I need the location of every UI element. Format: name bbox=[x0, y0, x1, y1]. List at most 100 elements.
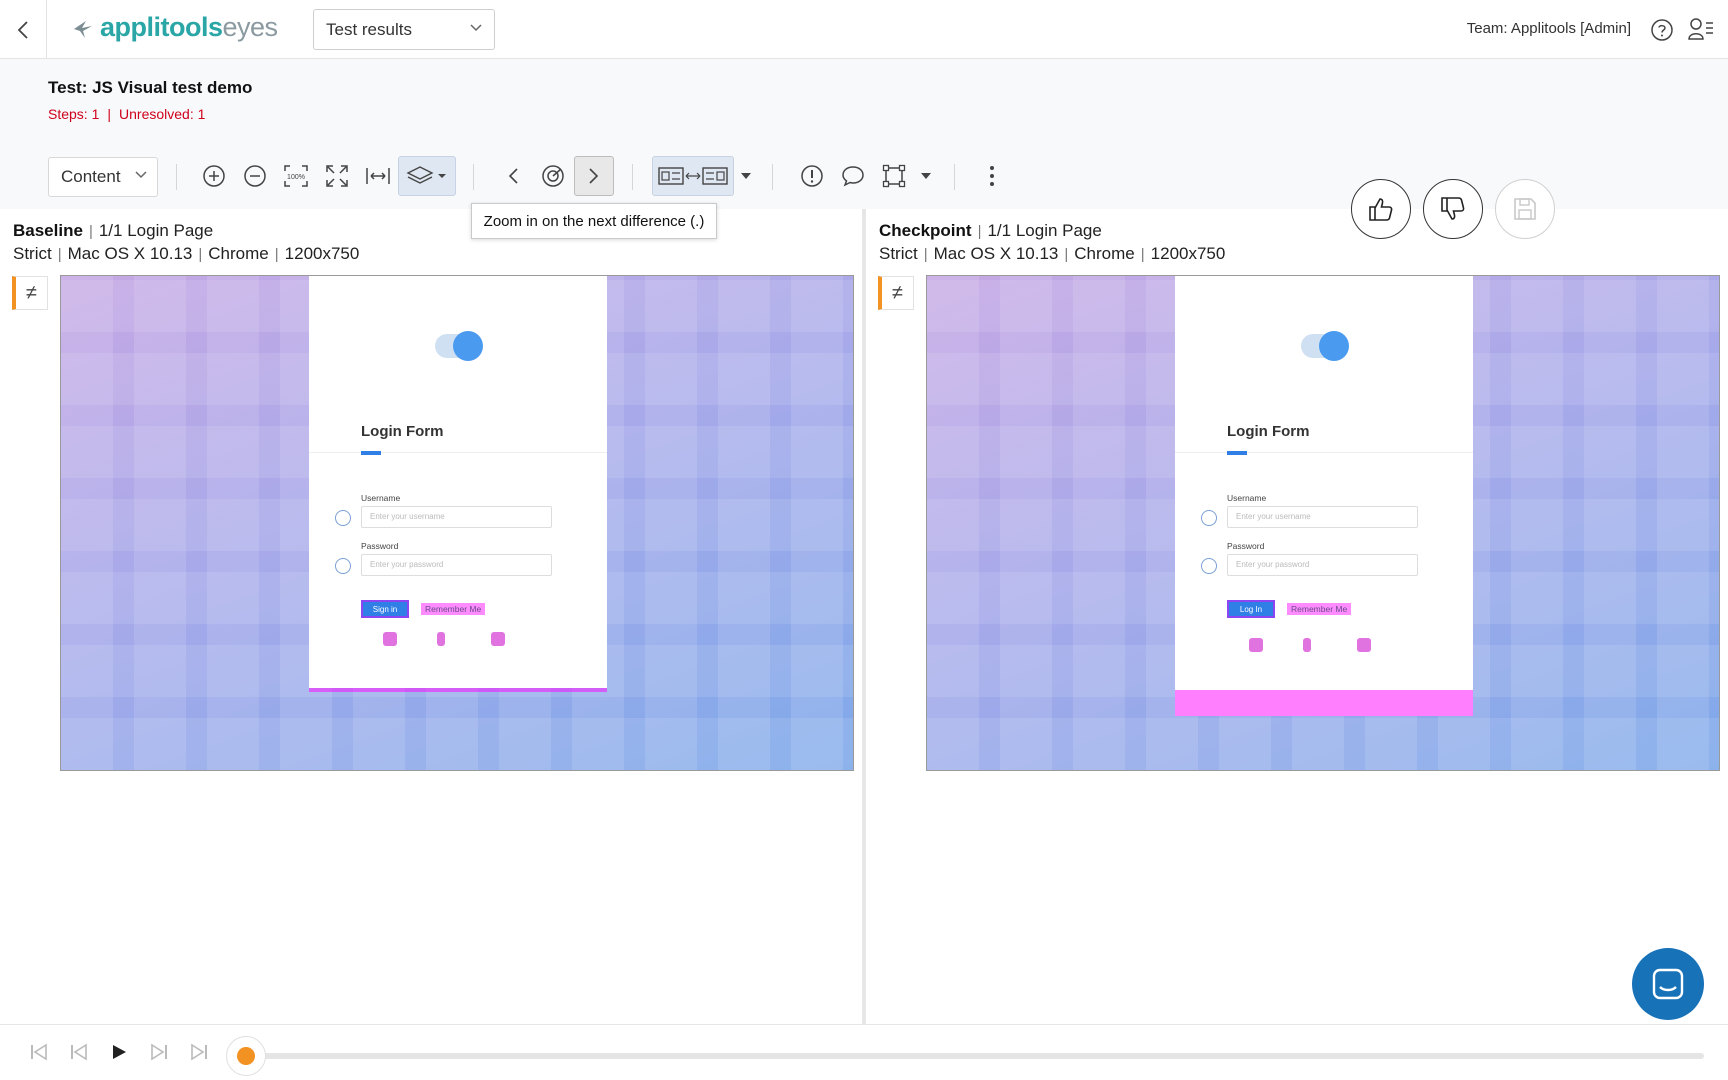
actual-size-button[interactable]: 100% bbox=[276, 156, 316, 196]
separator: | bbox=[198, 246, 203, 263]
issue-button[interactable] bbox=[792, 156, 832, 196]
fingerprint-icon bbox=[335, 558, 351, 574]
playback-track[interactable] bbox=[248, 1053, 1704, 1059]
username-input: Enter your username bbox=[1227, 506, 1418, 528]
thumbs-down-button[interactable] bbox=[1423, 179, 1483, 239]
checkpoint-step: 1/1 Login Page bbox=[987, 221, 1102, 240]
toggle-switch bbox=[1301, 331, 1349, 361]
back-button[interactable] bbox=[0, 0, 47, 59]
baseline-role: Baseline bbox=[13, 221, 83, 240]
baseline-viewport: 1200x750 bbox=[284, 244, 360, 263]
skip-to-end-icon bbox=[191, 1043, 207, 1061]
caret-down-icon bbox=[741, 173, 751, 179]
checkpoint-match-level: Strict bbox=[879, 244, 918, 263]
twitter-icon bbox=[383, 632, 397, 646]
zoom-out-button[interactable] bbox=[235, 156, 275, 196]
fingerprint-icon bbox=[1201, 558, 1217, 574]
comment-button[interactable] bbox=[833, 156, 873, 196]
separator: | bbox=[1140, 246, 1145, 263]
logo-product: eyes bbox=[222, 12, 279, 42]
match-level-label: Content bbox=[61, 167, 121, 186]
steps-count: Steps: 1 bbox=[48, 106, 100, 122]
view-mode-dropdown[interactable] bbox=[734, 156, 758, 196]
last-step-button[interactable] bbox=[186, 1039, 212, 1065]
top-bar: applitools eyes Test results Team: Applit… bbox=[0, 0, 1728, 59]
issue-icon bbox=[801, 165, 823, 187]
password-label: Password bbox=[361, 541, 399, 551]
previous-difference-button[interactable] bbox=[493, 156, 533, 196]
user-settings-icon[interactable] bbox=[1688, 17, 1714, 46]
actual-size-label: 100% bbox=[287, 174, 305, 181]
zoom-in-icon bbox=[203, 165, 225, 187]
baseline-os: Mac OS X 10.13 bbox=[67, 244, 193, 263]
separator: | bbox=[977, 223, 982, 240]
baseline-not-equal-button[interactable]: ≠ bbox=[12, 276, 48, 310]
region-button[interactable] bbox=[874, 156, 914, 196]
previous-step-button[interactable] bbox=[66, 1039, 92, 1065]
layers-dropdown-button[interactable] bbox=[398, 156, 456, 196]
username-input: Enter your username bbox=[361, 506, 552, 528]
chat-icon bbox=[1652, 968, 1684, 1000]
side-by-side-icon bbox=[658, 167, 728, 185]
username-label: Username bbox=[361, 493, 401, 503]
difference-highlight bbox=[1175, 690, 1473, 716]
test-results-dropdown[interactable]: Test results bbox=[313, 9, 495, 50]
zoom-in-button[interactable] bbox=[194, 156, 234, 196]
baseline-header: Baseline | 1/1 Login Page bbox=[13, 221, 213, 241]
playback-slider-handle[interactable] bbox=[226, 1036, 266, 1076]
help-icon[interactable] bbox=[1650, 18, 1674, 47]
password-input: Enter your password bbox=[361, 554, 552, 576]
chevron-down-icon bbox=[470, 24, 482, 32]
more-icon bbox=[990, 166, 994, 186]
thumbs-down-icon bbox=[1441, 197, 1465, 220]
team-label[interactable]: Team: Applitools [Admin] bbox=[1467, 20, 1631, 37]
baseline-screenshot[interactable]: Login Form Username Enter your username … bbox=[60, 275, 854, 771]
more-options-button[interactable] bbox=[972, 156, 1012, 196]
toolbar-divider bbox=[632, 164, 633, 190]
test-stats: Steps: 1 | Unresolved: 1 bbox=[48, 106, 205, 122]
checkpoint-environment: Strict | Mac OS X 10.13 | Chrome | 1200x750 bbox=[879, 244, 1225, 264]
user-icon bbox=[1201, 510, 1217, 526]
checkpoint-header: Checkpoint | 1/1 Login Page bbox=[879, 221, 1102, 241]
play-button[interactable] bbox=[106, 1039, 132, 1065]
test-results-label: Test results bbox=[326, 19, 412, 39]
target-button[interactable] bbox=[533, 156, 573, 196]
chevron-left-icon bbox=[17, 20, 28, 39]
separator: | bbox=[923, 246, 928, 263]
stats-separator: | bbox=[107, 106, 112, 122]
step-back-icon bbox=[71, 1043, 87, 1061]
match-level-dropdown[interactable]: Content bbox=[48, 157, 158, 197]
previous-difference-icon bbox=[508, 168, 518, 184]
next-difference-button[interactable] bbox=[574, 156, 614, 196]
login-card: Login Form Username Enter your username … bbox=[309, 276, 607, 692]
chat-launcher-button[interactable] bbox=[1632, 948, 1704, 1020]
user-icon bbox=[335, 510, 351, 526]
save-icon bbox=[1514, 198, 1536, 220]
first-step-button[interactable] bbox=[26, 1039, 52, 1065]
fit-width-icon bbox=[366, 168, 390, 184]
separator: | bbox=[57, 246, 62, 263]
fit-screen-button[interactable] bbox=[317, 156, 357, 196]
thumbs-up-button[interactable] bbox=[1351, 179, 1411, 239]
unresolved-count[interactable]: Unresolved: 1 bbox=[119, 106, 205, 122]
checkpoint-not-equal-button[interactable]: ≠ bbox=[878, 276, 914, 310]
next-step-button[interactable] bbox=[146, 1039, 172, 1065]
caret-down-icon bbox=[921, 173, 931, 179]
toggle-switch bbox=[435, 331, 483, 361]
checkpoint-panel: Checkpoint | 1/1 Login Page Strict | Mac OS … bbox=[866, 209, 1728, 1024]
remember-me-label: Remember Me bbox=[421, 603, 486, 615]
side-by-side-button[interactable] bbox=[652, 156, 734, 196]
save-button[interactable] bbox=[1495, 179, 1555, 239]
target-icon bbox=[542, 165, 564, 187]
difference-highlight bbox=[309, 688, 607, 692]
login-card: Login Form Username Enter your username … bbox=[1175, 276, 1473, 716]
fit-width-button[interactable] bbox=[358, 156, 398, 196]
applitools-logo[interactable]: applitools eyes bbox=[72, 12, 278, 43]
comment-icon bbox=[842, 166, 864, 187]
checkpoint-viewport: 1200x750 bbox=[1150, 244, 1226, 263]
log-in-button: Log In bbox=[1227, 600, 1275, 618]
baseline-panel: Baseline | 1/1 Login Page Strict | Mac OS X … bbox=[0, 209, 862, 1024]
region-type-dropdown[interactable] bbox=[914, 156, 938, 196]
checkpoint-screenshot[interactable]: Login Form Username Enter your username … bbox=[926, 275, 1720, 771]
divider bbox=[1175, 452, 1473, 453]
